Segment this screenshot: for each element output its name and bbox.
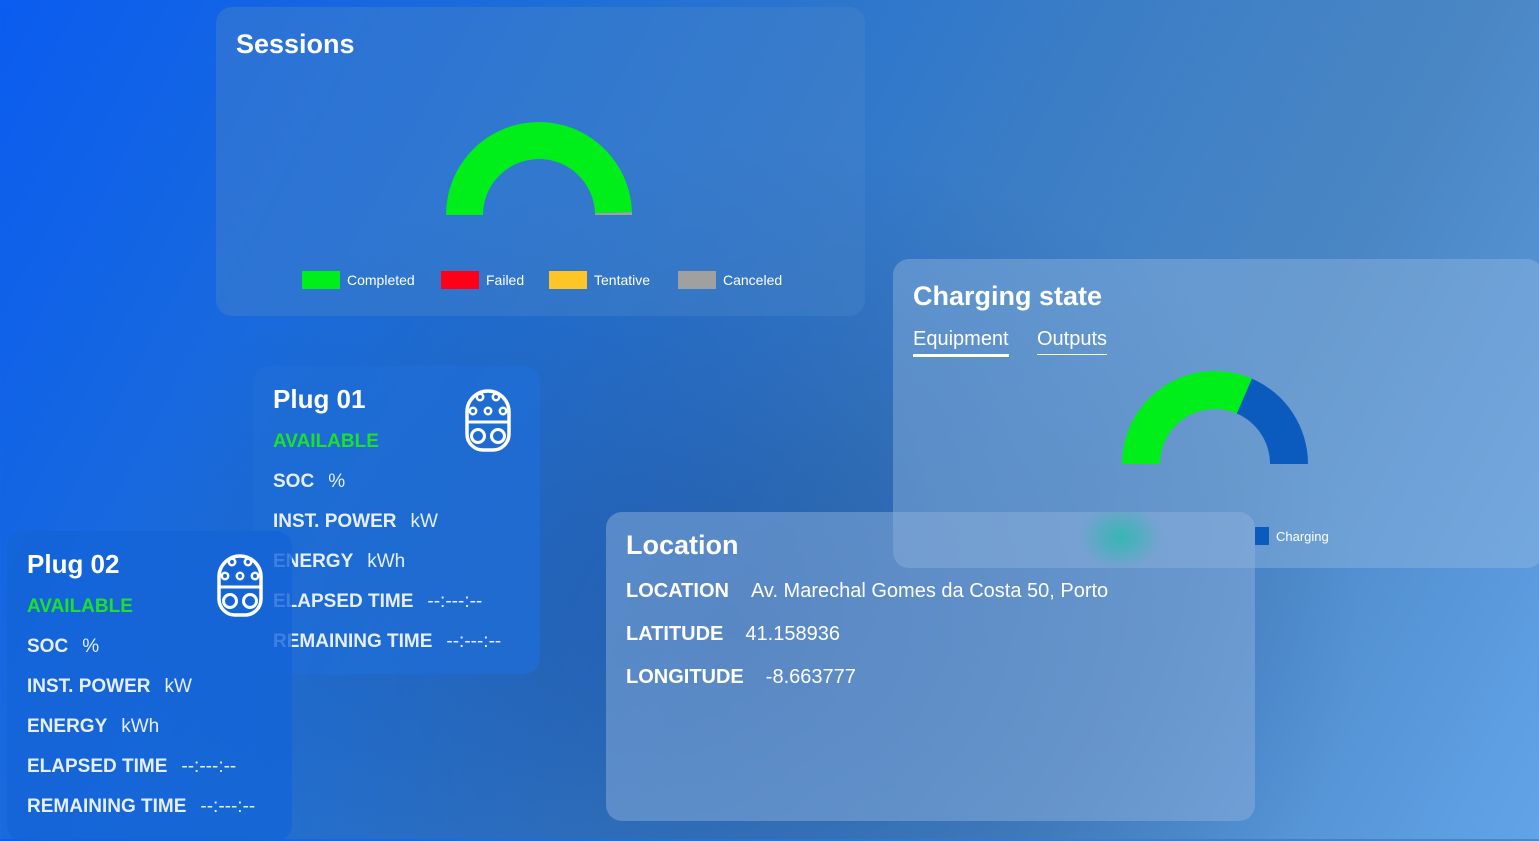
legend-label: Failed — [486, 272, 525, 288]
plug-row-energy: ENERGY kWh — [273, 551, 405, 573]
plug-status: AVAILABLE — [273, 431, 379, 452]
legend-swatch-tentative — [549, 271, 587, 289]
gauge-segment-charging — [1236, 378, 1308, 464]
location-row-latitude: LATITUDE 41.158936 — [626, 623, 840, 646]
legend-label: Completed — [347, 272, 415, 288]
legend-canceled[interactable]: Canceled — [678, 271, 782, 289]
row-value: kW — [410, 511, 438, 532]
row-label: INST. POWER — [273, 511, 397, 532]
plug-row-soc: SOC% — [27, 636, 99, 658]
legend-swatch-completed — [302, 271, 340, 289]
row-value: kW — [164, 676, 192, 697]
sessions-title: Sessions — [236, 29, 355, 59]
legend-swatch-canceled — [678, 271, 716, 289]
row-label: REMAINING TIME — [273, 631, 433, 652]
plug-row-soc: SOC% — [273, 471, 345, 493]
legend-swatch-charging — [1255, 527, 1269, 545]
row-value: --:---:-- — [446, 631, 502, 652]
plug-title: Plug 01 — [273, 384, 366, 414]
ev-plug-icon — [465, 389, 511, 452]
row-value: --:---:-- — [181, 756, 237, 777]
row-label: LONGITUDE — [626, 666, 744, 688]
row-label: REMAINING TIME — [27, 796, 187, 817]
row-value: kWh — [121, 716, 160, 737]
ev-plug-icon — [217, 554, 263, 617]
plug-title: Plug 02 — [27, 549, 120, 579]
row-value: --:---:-- — [427, 591, 483, 612]
legend-label: Charging — [1276, 528, 1329, 544]
row-label: SOC — [27, 636, 69, 657]
row-label: SOC — [273, 471, 315, 492]
row-value: kWh — [367, 551, 406, 572]
row-value: % — [82, 636, 100, 657]
row-value: -8.663777 — [765, 666, 856, 688]
row-label: LOCATION — [626, 580, 729, 602]
plug-row-energy: ENERGY kWh — [27, 716, 159, 738]
charging-state-title: Charging state — [913, 281, 1103, 311]
sessions-card: Sessions Completed Failed Tentative Canc… — [216, 7, 865, 316]
row-label: LATITUDE — [626, 623, 724, 645]
legend-failed[interactable]: Failed — [441, 271, 524, 289]
legend-tentative[interactable]: Tentative — [549, 271, 650, 289]
gauge-segment-available — [1122, 371, 1252, 464]
sessions-gauge — [446, 121, 632, 215]
row-label: ENERGY — [27, 716, 108, 737]
plug-row-inst-power: INST. POWER kW — [273, 511, 438, 533]
plug-01-card: Plug 01 AVAILABLE SOC% INST. POWER kW ENE… — [253, 366, 540, 674]
plug-02-card: Plug 02 AVAILABLE SOC% INST. POWER kW ENE… — [7, 531, 292, 841]
row-value: --:---:-- — [200, 796, 256, 817]
glow-decoration — [1076, 512, 1166, 572]
plug-status: AVAILABLE — [27, 596, 133, 617]
row-label: ELAPSED TIME — [273, 591, 414, 612]
legend-completed[interactable]: Completed — [302, 271, 415, 289]
legend-label: Tentative — [594, 272, 651, 288]
tab-outputs[interactable]: Outputs — [1037, 328, 1108, 355]
plug-row-elapsed-time: ELAPSED TIME --:---:-- — [273, 591, 482, 613]
gauge-segment-completed — [446, 121, 632, 215]
legend-swatch-failed — [441, 271, 479, 289]
plug-row-remaining-time: REMAINING TIME --:---:-- — [27, 796, 255, 818]
tab-equipment[interactable]: Equipment — [913, 328, 1009, 357]
row-label: ELAPSED TIME — [27, 756, 168, 777]
row-value: % — [328, 471, 346, 492]
row-value: Av. Marechal Gomes da Costa 50, Porto — [750, 580, 1109, 602]
charging-state-gauge — [1122, 371, 1308, 464]
legend-charging[interactable]: Charging — [1255, 527, 1329, 545]
plug-row-elapsed-time: ELAPSED TIME --:---:-- — [27, 756, 236, 778]
row-label: INST. POWER — [27, 676, 151, 697]
location-title: Location — [626, 530, 739, 560]
row-value: 41.158936 — [745, 623, 840, 645]
plug-row-remaining-time: REMAINING TIME --:---:-- — [273, 631, 501, 653]
location-row-address: LOCATION Av. Marechal Gomes da Costa 50, … — [626, 580, 1108, 603]
location-row-longitude: LONGITUDE -8.663777 — [626, 666, 856, 689]
plug-row-inst-power: INST. POWER kW — [27, 676, 192, 698]
location-card: Location LOCATION Av. Marechal Gomes da C… — [606, 512, 1255, 821]
legend-label: Canceled — [723, 272, 783, 288]
